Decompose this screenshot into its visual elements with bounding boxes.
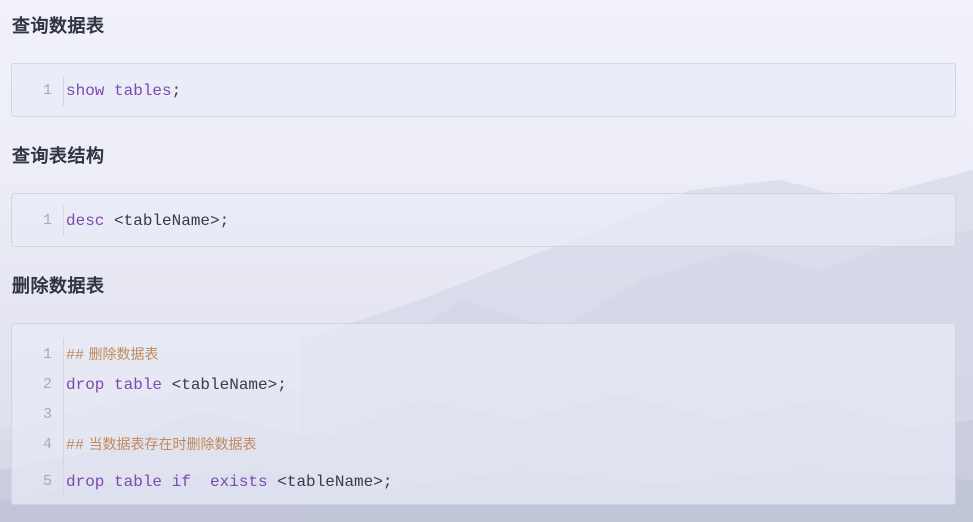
code-rest: <tableName>; <box>267 473 393 491</box>
line-number: 1 <box>42 346 52 363</box>
code-comment: ## 当数据表存在时删除数据表 <box>66 434 256 457</box>
code-line: 2 drop table <tableName>; <box>12 374 955 396</box>
section-heading-query-tables: 查询数据表 <box>12 16 105 37</box>
code-block-desc-table[interactable]: 1 desc <tableName>; <box>11 193 956 247</box>
section-heading-table-structure: 查询表结构 <box>12 146 105 167</box>
code-text: drop table <tableName>; <box>66 374 287 396</box>
comment-hash: ## <box>66 347 85 364</box>
line-number: 5 <box>42 473 52 490</box>
code-block-show-tables[interactable]: 1 show tables; <box>11 63 956 117</box>
code-text: show tables; <box>66 80 181 102</box>
code-rest: ; <box>171 82 182 100</box>
line-number: 1 <box>42 212 52 229</box>
code-line: 1 ## 删除数据表 <box>12 344 955 366</box>
code-keyword: show tables <box>66 82 172 100</box>
comment-text: 当数据表存在时删除数据表 <box>84 437 257 453</box>
code-comment: ## 删除数据表 <box>66 344 158 367</box>
section-heading-drop-table: 删除数据表 <box>12 276 105 297</box>
comment-text: 删除数据表 <box>84 347 159 363</box>
line-number: 4 <box>42 436 52 453</box>
code-line: 3 <box>12 404 955 426</box>
code-line: 1 show tables; <box>12 80 955 102</box>
line-number: 2 <box>42 376 52 393</box>
code-text: desc <tableName>; <box>66 210 229 232</box>
code-rest: <tableName>; <box>104 212 230 230</box>
code-keyword: drop table <box>66 376 163 394</box>
code-keyword: drop table if exists <box>66 473 268 491</box>
code-block-drop-table[interactable]: 1 ## 删除数据表 2 drop table <tableName>; 3 4… <box>11 323 956 505</box>
code-text: drop table if exists <tableName>; <box>66 471 392 493</box>
code-line: 4 ## 当数据表存在时删除数据表 <box>12 434 955 456</box>
code-line: 1 desc <tableName>; <box>12 210 955 232</box>
code-rest: <tableName>; <box>162 376 287 394</box>
comment-hash: ## <box>66 437 85 454</box>
code-keyword: desc <box>66 212 105 230</box>
line-number: 1 <box>42 82 52 99</box>
line-number: 3 <box>42 406 52 423</box>
code-line: 5 drop table if exists <tableName>; <box>12 471 955 493</box>
